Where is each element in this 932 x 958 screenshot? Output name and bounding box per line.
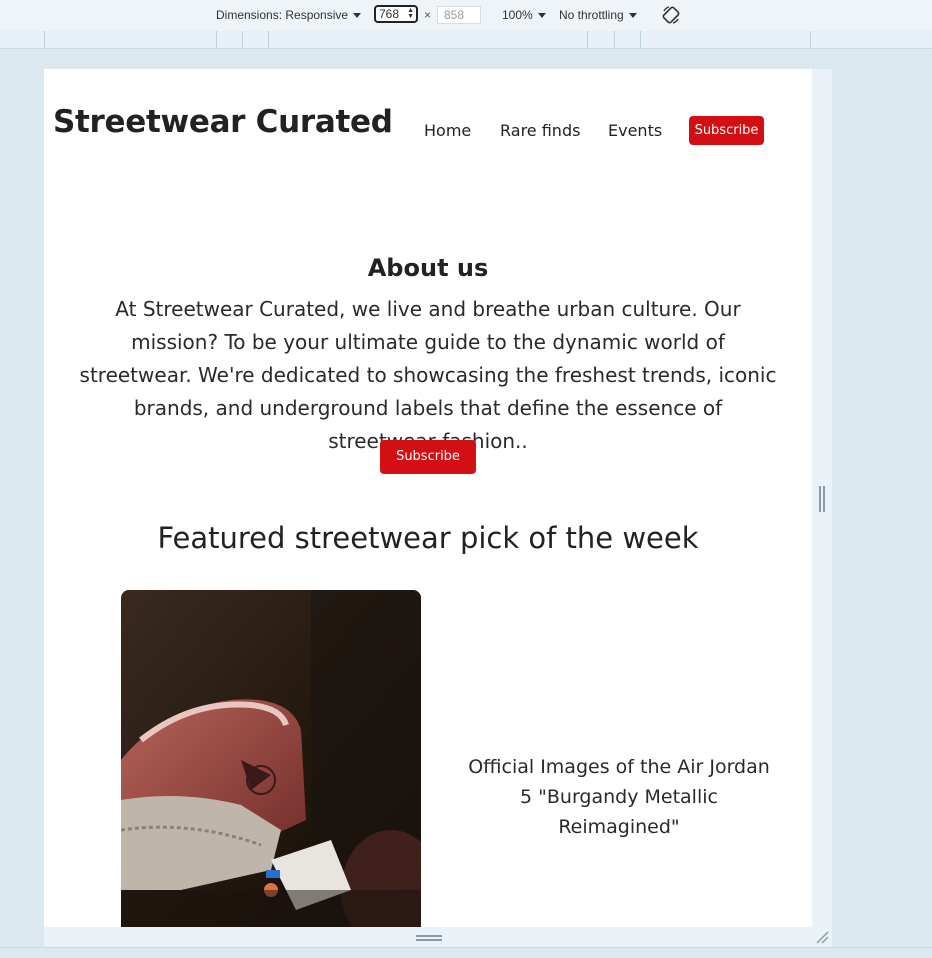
resize-handle-icon[interactable] (819, 486, 825, 512)
dimensions-label: Dimensions: Responsive (216, 8, 349, 22)
about-title: About us (367, 254, 489, 282)
nav-subscribe-button[interactable]: Subscribe (689, 116, 764, 145)
site-brand[interactable]: Streetwear Curated (53, 104, 393, 140)
rotate-icon[interactable] (661, 5, 681, 25)
zoom-label: 100% (502, 8, 533, 22)
throttling-dropdown[interactable]: No throttling (559, 8, 637, 22)
sneaker-photo (121, 590, 421, 927)
about-subscribe-button[interactable]: Subscribe (380, 440, 476, 474)
media-query-ruler (0, 31, 932, 49)
height-input[interactable]: 858 (437, 6, 481, 24)
corner-resize-icon[interactable] (815, 930, 829, 944)
chevron-down-icon (353, 13, 362, 19)
page-viewport: Streetwear Curated Home Rare finds Event… (44, 69, 812, 927)
width-value: 768 (379, 7, 400, 21)
about-text: At Streetwear Curated, we live and breat… (79, 297, 777, 453)
width-input[interactable]: 768 ▲ ▼ (374, 5, 418, 23)
featured-caption: Official Images of the Air Jordan 5 "Bur… (468, 756, 770, 838)
nav-link-rare-finds[interactable]: Rare finds (500, 121, 580, 140)
device-toolbar: Dimensions: Responsive 768 ▲ ▼ × 858 100%… (0, 0, 932, 32)
featured-sneaker-image (121, 590, 421, 927)
dimensions-dropdown[interactable]: Dimensions: Responsive (216, 8, 362, 22)
nav-link-events[interactable]: Events (608, 121, 662, 140)
nav-link-home[interactable]: Home (424, 121, 471, 140)
zoom-dropdown[interactable]: 100% (502, 8, 546, 22)
resize-handle-icon[interactable] (416, 935, 442, 941)
bottom-strip (0, 947, 932, 958)
times-sign: × (424, 8, 432, 22)
chevron-down-icon (537, 13, 546, 19)
spinner-icon[interactable]: ▲ ▼ (407, 7, 414, 20)
height-placeholder: 858 (444, 8, 465, 22)
throttling-label: No throttling (559, 8, 624, 22)
chevron-down-icon (628, 13, 637, 19)
featured-title: Featured streetwear pick of the week (157, 521, 699, 555)
